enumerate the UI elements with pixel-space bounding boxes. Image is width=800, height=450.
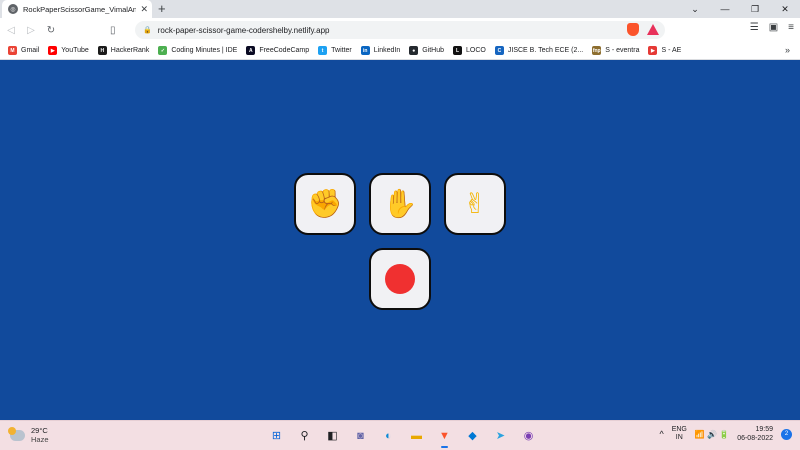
- coding-minutes-icon: ✓: [158, 46, 168, 55]
- bookmark-label: FreeCodeCamp: [259, 47, 310, 54]
- weather-temperature: 29°C: [31, 426, 48, 435]
- show-hidden-icons-icon[interactable]: ^: [659, 429, 663, 439]
- jisce-icon: C: [494, 46, 504, 55]
- gmail-icon: M: [8, 46, 17, 55]
- tab-title: RockPaperScissorGame_VimalAn: [23, 4, 137, 14]
- weather-condition: Haze: [31, 435, 49, 444]
- edge-icon[interactable]: ◐: [380, 427, 397, 444]
- reading-list-icon[interactable]: ☰: [750, 22, 759, 33]
- rock-fist-icon: ✊: [307, 187, 343, 220]
- loco-icon: L: [453, 46, 463, 55]
- bookmark-youtube[interactable]: ▶ YouTube: [48, 46, 89, 55]
- bookmark-freecodecamp[interactable]: A FreeCodeCamp: [246, 46, 309, 55]
- teams-chat-icon[interactable]: ◙: [352, 427, 369, 444]
- back-icon[interactable]: ◁: [2, 20, 20, 40]
- brave-shields-icon[interactable]: [627, 23, 639, 36]
- weather-widget[interactable]: 29°C Haze: [8, 426, 49, 444]
- search-icon[interactable]: ⚲: [296, 427, 313, 444]
- tab-strip: ◎ RockPaperScissorGame_VimalAn ✕ + ⌄ — ❐…: [0, 0, 800, 18]
- system-tray: ^ ENG IN 📶 🔊 🔋 19:59 06-08-2022 2: [659, 425, 792, 443]
- bookmark-linkedin[interactable]: in LinkedIn: [360, 46, 401, 55]
- new-tab-button[interactable]: +: [158, 2, 166, 16]
- bookmark-label: GitHub: [422, 47, 445, 54]
- youtube-icon: ▶: [48, 46, 58, 55]
- file-explorer-icon[interactable]: ▬: [408, 427, 425, 444]
- brave-browser-icon[interactable]: ▼: [436, 427, 453, 448]
- bookmark-label: HackerRank: [110, 47, 150, 54]
- bookmark-gmail[interactable]: M Gmail: [8, 46, 39, 55]
- paper-button[interactable]: ✋: [369, 173, 431, 235]
- bookmark-label: LOCO: [466, 47, 486, 54]
- bookmark-label: YouTube: [61, 47, 89, 54]
- github-icon: ●: [409, 46, 419, 55]
- bookmark-loco[interactable]: L LOCO: [453, 46, 486, 55]
- telegram-icon[interactable]: ➤: [492, 427, 509, 444]
- more-bookmarks-icon[interactable]: »: [785, 45, 790, 55]
- forward-icon[interactable]: ▷: [22, 20, 40, 40]
- scissors-button[interactable]: ✌: [444, 173, 506, 235]
- eventra-icon: fnp: [592, 46, 602, 55]
- scissors-hand-icon: ✌: [463, 187, 487, 220]
- globe-icon: ◎: [8, 4, 18, 14]
- url-text[interactable]: rock-paper-scissor-game-codershelby.netl…: [158, 26, 330, 35]
- red-circle-icon: [385, 264, 415, 294]
- minimize-button[interactable]: —: [710, 0, 740, 18]
- language-indicator[interactable]: ENG IN: [672, 426, 687, 442]
- bookmark-label: Gmail: [21, 47, 40, 54]
- start-icon[interactable]: ⊞: [268, 427, 285, 444]
- bookmark-twitter[interactable]: t Twitter: [318, 46, 352, 55]
- menu-icon[interactable]: ≡: [788, 22, 794, 33]
- close-tab-icon[interactable]: ✕: [140, 4, 148, 14]
- ae-icon: ▶: [648, 46, 658, 55]
- address-bar[interactable]: 🔒 rock-paper-scissor-game-codershelby.ne…: [135, 21, 665, 39]
- reload-icon[interactable]: ↻: [42, 20, 60, 40]
- windows-taskbar: 29°C Haze ⊞ ⚲ ◧ ◙ ◐ ▬ ▼ ◆ ➤ ◉ ^ ENG IN 📶 🔊 🔋 19:5…: [0, 420, 800, 450]
- github-desktop-icon[interactable]: ◉: [520, 427, 537, 444]
- vscode-icon[interactable]: ◆: [464, 427, 481, 444]
- bookmark-github[interactable]: ● GitHub: [409, 46, 444, 55]
- bookmark-label: Twitter: [331, 47, 352, 54]
- browser-tab[interactable]: ◎ RockPaperScissorGame_VimalAn ✕: [2, 0, 152, 18]
- bookmark-coding-minutes[interactable]: ✓ Coding Minutes | IDE: [158, 46, 237, 55]
- bookmark-label: JISCE B. Tech ECE (2...: [507, 47, 584, 54]
- restore-button[interactable]: ❐: [740, 0, 770, 18]
- notification-badge[interactable]: 2: [781, 428, 792, 440]
- window-controls: ⌄ — ❐ ✕: [680, 0, 800, 18]
- hackerrank-icon: H: [97, 46, 107, 55]
- lock-icon[interactable]: 🔒: [143, 26, 152, 34]
- paper-hand-icon: ✋: [382, 187, 418, 220]
- browser-toolbar: ◁ ▷ ↻ ▯ 🔒 rock-paper-scissor-game-coders…: [0, 18, 800, 42]
- clock[interactable]: 19:59 06-08-2022: [737, 425, 773, 443]
- bookmark-label: S - AE: [661, 47, 682, 54]
- weather-haze-icon: [8, 426, 25, 441]
- bookmark-hackerrank[interactable]: H HackerRank: [97, 46, 150, 55]
- bookmark-label: Coding Minutes | IDE: [171, 47, 238, 54]
- bookmark-jisce[interactable]: C JISCE B. Tech ECE (2...: [494, 46, 584, 55]
- bookmark-label: S - eventra: [605, 47, 640, 54]
- wallet-icon[interactable]: ▣: [769, 22, 778, 33]
- clock-date: 06-08-2022: [737, 435, 773, 442]
- close-window-button[interactable]: ✕: [770, 0, 800, 18]
- network-volume-battery-icons[interactable]: 📶 🔊 🔋: [695, 430, 729, 439]
- bookmark-icon[interactable]: ▯: [110, 25, 116, 36]
- rock-button[interactable]: ✊: [294, 173, 356, 235]
- linkedin-icon: in: [360, 46, 370, 55]
- tab-search-icon[interactable]: ⌄: [680, 0, 710, 18]
- task-view-icon[interactable]: ◧: [324, 427, 341, 444]
- taskbar-apps: ⊞ ⚲ ◧ ◙ ◐ ▬ ▼ ◆ ➤ ◉: [268, 427, 537, 448]
- bookmark-ae[interactable]: ▶ S - AE: [648, 46, 681, 55]
- brave-rewards-icon[interactable]: [647, 24, 659, 35]
- freecodecamp-icon: A: [246, 46, 256, 55]
- result-box[interactable]: [369, 248, 431, 310]
- clock-time: 19:59: [755, 426, 773, 433]
- bookmarks-bar: M Gmail ▶ YouTube H HackerRank ✓ Coding Minutes…: [0, 42, 800, 60]
- bookmark-eventra[interactable]: fnp S - eventra: [592, 46, 639, 55]
- bookmark-label: LinkedIn: [373, 47, 401, 54]
- game-page: ✊ ✋ ✌: [0, 61, 800, 420]
- twitter-icon: t: [318, 46, 328, 55]
